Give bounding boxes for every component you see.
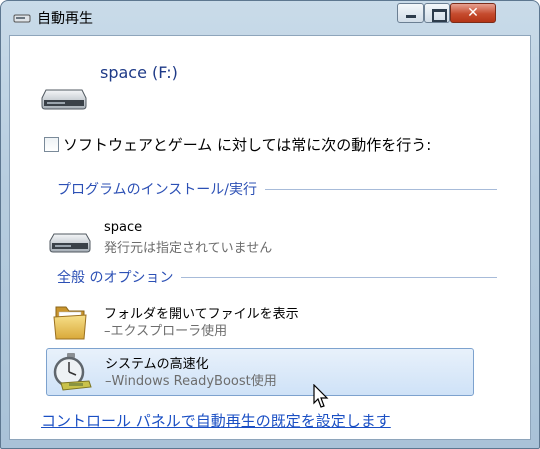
mouse-cursor-icon [313,384,329,408]
always-do-checkbox[interactable] [44,137,59,152]
autoplay-window: 自動再生 ✕ space (F:) ソフトウェアとゲーム に対しては常に次の動作… [0,0,540,449]
drive-title: space (F:) [100,63,178,82]
drive-icon [49,233,91,253]
option-readyboost[interactable]: システムの高速化 –Windows ReadyBoost使用 [46,348,474,396]
option-subtitle: –Windows ReadyBoost使用 [105,374,277,389]
removable-drive-icon [41,89,87,110]
option-run-space[interactable]: space 発行元は指定されていません [46,216,474,264]
option-subtitle: –エクスプローラ使用 [104,324,228,339]
close-icon: ✕ [467,5,479,21]
drive-icon [13,14,31,23]
option-title: space [104,220,143,235]
section-install-label: プログラムのインストール/実行 [57,179,266,199]
maximize-button[interactable] [424,3,450,23]
close-button[interactable]: ✕ [450,3,496,23]
always-do-label[interactable]: ソフトウェアとゲーム に対しては常に次の動作を行う: [63,134,431,155]
section-general-label: 全般 のオプション [57,267,182,287]
dialog-content: space (F:) ソフトウェアとゲーム に対しては常に次の動作を行う: プロ… [9,35,531,440]
minimize-button[interactable] [397,3,424,23]
section-general: 全般 のオプション [57,267,497,287]
window-title: 自動再生 [37,11,93,27]
option-open-folder[interactable]: フォルダを開いてファイルを表示 –エクスプローラ使用 [46,299,474,347]
autoplay-settings-link[interactable]: コントロール パネルで自動再生の既定を設定します [41,410,391,431]
folder-icon [53,306,87,340]
option-subtitle: 発行元は指定されていません [104,241,273,256]
section-install: プログラムのインストール/実行 [57,179,497,199]
stopwatch-icon [53,353,92,391]
title-bar[interactable]: 自動再生 ✕ [1,1,539,35]
